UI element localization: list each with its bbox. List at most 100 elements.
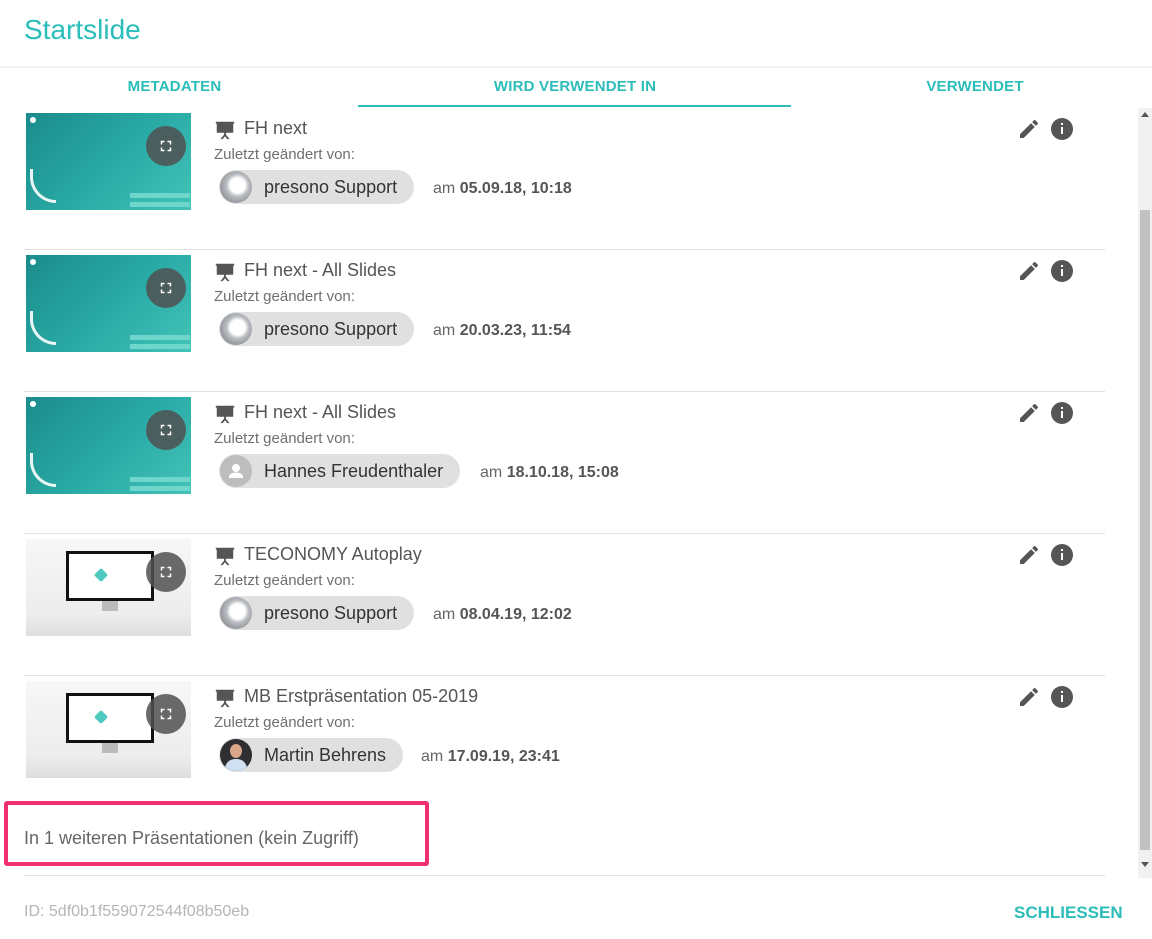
user-chip: presono Support bbox=[219, 596, 415, 630]
modified-date: am 20.03.23, 11:54 bbox=[433, 322, 571, 340]
close-button[interactable]: SCHLIESSEN bbox=[1014, 903, 1123, 923]
presentation-title[interactable]: FH next - All Slides bbox=[244, 402, 396, 423]
date-value: 17.09.19, 23:41 bbox=[447, 748, 560, 765]
person-icon bbox=[229, 464, 243, 478]
user-name: Martin Behrens bbox=[264, 744, 387, 765]
tab-metadaten[interactable]: METADATEN bbox=[126, 78, 223, 95]
list-item: FH next - All Slides Zuletzt geändert vo… bbox=[24, 392, 1105, 534]
usage-list: FH next Zuletzt geändert von: presono Su… bbox=[0, 108, 1138, 878]
monitor-screen bbox=[66, 551, 154, 601]
date-prefix: am bbox=[433, 606, 456, 623]
presentation-icon bbox=[215, 689, 235, 708]
avatar bbox=[220, 739, 252, 771]
expand-icon bbox=[160, 282, 172, 294]
monitor-stand bbox=[102, 601, 118, 611]
pencil-icon[interactable] bbox=[1017, 401, 1041, 425]
logo-icon bbox=[30, 117, 36, 123]
user-name: presono Support bbox=[264, 602, 398, 623]
pencil-icon[interactable] bbox=[1017, 259, 1041, 283]
tab-verwendet[interactable]: VERWENDET bbox=[920, 78, 1030, 95]
thumbnail-band bbox=[130, 335, 190, 340]
fox-illustration bbox=[30, 453, 56, 487]
avatar bbox=[220, 597, 252, 629]
logo-icon bbox=[30, 259, 36, 265]
date-prefix: am bbox=[421, 748, 444, 765]
presentation-title[interactable]: MB Erstpräsentation 05-2019 bbox=[244, 686, 478, 707]
heart-logo-icon bbox=[93, 567, 109, 583]
pencil-icon[interactable] bbox=[1017, 685, 1041, 709]
presentation-icon bbox=[215, 547, 235, 566]
date-prefix: am bbox=[480, 464, 503, 481]
user-chip: presono Support bbox=[219, 312, 415, 346]
dialog-title: Startslide bbox=[24, 14, 141, 45]
thumbnail-band bbox=[130, 477, 190, 482]
expand-button[interactable] bbox=[146, 126, 186, 166]
info-icon[interactable] bbox=[1050, 685, 1074, 709]
avatar-face bbox=[230, 744, 242, 758]
fox-illustration bbox=[30, 169, 56, 203]
user-chip: Martin Behrens bbox=[219, 738, 404, 772]
pencil-icon[interactable] bbox=[1017, 543, 1041, 567]
info-icon[interactable] bbox=[1050, 401, 1074, 425]
tab-bar: METADATEN WIRD VERWENDET IN VERWENDET bbox=[0, 70, 1152, 108]
expand-icon bbox=[160, 140, 172, 152]
thumbnail-floor bbox=[26, 611, 191, 636]
info-icon[interactable] bbox=[1050, 117, 1074, 141]
date-prefix: am bbox=[433, 180, 456, 197]
footer-divider bbox=[24, 875, 1105, 876]
changed-by-label: Zuletzt geändert von: bbox=[214, 430, 355, 447]
avatar-shirt bbox=[225, 759, 247, 771]
monitor-stand bbox=[102, 743, 118, 753]
modified-date: am 08.04.19, 12:02 bbox=[433, 606, 572, 624]
monitor-screen bbox=[66, 693, 154, 743]
avatar bbox=[220, 171, 252, 203]
expand-icon bbox=[160, 708, 172, 720]
heart-logo-icon bbox=[93, 709, 109, 725]
presentation-title[interactable]: FH next - All Slides bbox=[244, 260, 396, 281]
active-tab-indicator bbox=[358, 105, 791, 107]
thumbnail-band bbox=[130, 344, 190, 349]
presentation-title[interactable]: TECONOMY Autoplay bbox=[244, 544, 422, 565]
list-item: FH next Zuletzt geändert von: presono Su… bbox=[24, 108, 1105, 250]
expand-button[interactable] bbox=[146, 410, 186, 450]
slide-thumbnail bbox=[26, 255, 191, 352]
list-item: MB Erstpräsentation 05-2019 Zuletzt geän… bbox=[24, 676, 1105, 818]
expand-button[interactable] bbox=[146, 552, 186, 592]
slide-thumbnail bbox=[26, 681, 191, 778]
presentation-icon bbox=[215, 263, 235, 282]
date-value: 05.09.18, 10:18 bbox=[459, 180, 572, 197]
user-chip: Hannes Freudenthaler bbox=[219, 454, 461, 488]
expand-button[interactable] bbox=[146, 268, 186, 308]
list-item: FH next - All Slides Zuletzt geändert vo… bbox=[24, 250, 1105, 392]
more-presentations-text: In 1 weiteren Präsentationen (kein Zugri… bbox=[24, 828, 359, 848]
date-prefix: am bbox=[433, 322, 456, 339]
user-chip: presono Support bbox=[219, 170, 415, 204]
avatar bbox=[220, 455, 252, 487]
expand-button[interactable] bbox=[146, 694, 186, 734]
thumbnail-band bbox=[130, 202, 190, 207]
scrollbar-thumb[interactable] bbox=[1140, 210, 1150, 850]
scroll-down-arrow-icon[interactable] bbox=[1141, 862, 1149, 867]
slide-thumbnail bbox=[26, 113, 191, 210]
pencil-icon[interactable] bbox=[1017, 117, 1041, 141]
tab-wird-verwendet-in[interactable]: WIRD VERWENDET IN bbox=[480, 78, 670, 95]
scroll-up-arrow-icon[interactable] bbox=[1141, 112, 1149, 117]
list-item: TECONOMY Autoplay Zuletzt geändert von: … bbox=[24, 534, 1105, 676]
changed-by-label: Zuletzt geändert von: bbox=[214, 572, 355, 589]
modified-date: am 05.09.18, 10:18 bbox=[433, 180, 572, 198]
date-value: 18.10.18, 15:08 bbox=[506, 464, 619, 481]
presentation-title[interactable]: FH next bbox=[244, 118, 307, 139]
thumbnail-band bbox=[130, 486, 190, 491]
user-name: presono Support bbox=[264, 318, 398, 339]
fox-illustration bbox=[30, 311, 56, 345]
thumbnail-floor bbox=[26, 753, 191, 778]
date-value: 20.03.23, 11:54 bbox=[459, 322, 571, 339]
info-icon[interactable] bbox=[1050, 259, 1074, 283]
date-value: 08.04.19, 12:02 bbox=[459, 606, 572, 623]
header-divider bbox=[0, 66, 1152, 69]
info-icon[interactable] bbox=[1050, 543, 1074, 567]
presentation-icon bbox=[215, 121, 235, 140]
id-label: ID: 5df0b1f559072544f08b50eb bbox=[24, 903, 250, 920]
thumbnail-band bbox=[130, 193, 190, 198]
user-name: Hannes Freudenthaler bbox=[264, 460, 444, 481]
